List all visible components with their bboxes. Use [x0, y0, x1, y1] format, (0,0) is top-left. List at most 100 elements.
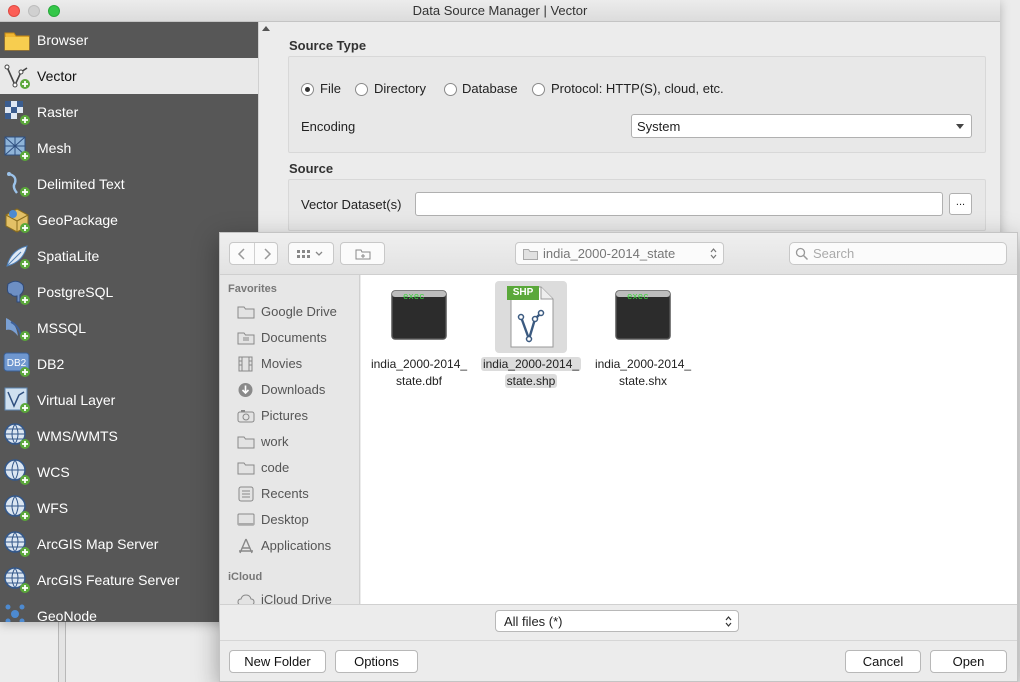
sidebar-item-pictures[interactable]: Pictures	[237, 405, 359, 427]
title-bar: Data Source Manager | Vector	[0, 0, 1000, 22]
open-button[interactable]: Open	[930, 650, 1007, 673]
cancel-button[interactable]: Cancel	[845, 650, 921, 673]
pictures-icon	[237, 410, 255, 423]
radio-button[interactable]	[301, 83, 314, 96]
file-item-shx[interactable]: exec india_2000-2014_ state.shx	[589, 279, 697, 389]
folder-icon	[237, 436, 255, 449]
shp-badge: SHP	[507, 286, 539, 300]
file-name: india_2000-2014_ state.shp	[477, 356, 585, 390]
sidebar-item-label: Documents	[261, 330, 327, 345]
arcgis-feature-icon	[4, 567, 30, 593]
sidebar-item-movies[interactable]: Movies	[237, 353, 359, 375]
sidebar-item-label: Vector	[37, 68, 77, 84]
finder-sidebar: Favorites Google Drive Documents Movies …	[220, 275, 360, 604]
new-folder-button[interactable]: New Folder	[229, 650, 326, 673]
view-mode-button[interactable]	[288, 242, 334, 265]
sidebar-item-browser[interactable]: Browser	[0, 22, 258, 58]
recents-icon	[238, 486, 254, 502]
sidebar-item-downloads[interactable]: Downloads	[237, 379, 359, 401]
exec-label: exec	[627, 292, 649, 302]
sidebar-item-raster[interactable]: Raster	[0, 94, 258, 130]
new-folder-toolbar-button[interactable]	[340, 242, 385, 265]
file-name-line1: india_2000-2014_	[480, 357, 582, 371]
sidebar-item-delimited-text[interactable]: Delimited Text	[0, 166, 258, 202]
sidebar-item-google-drive[interactable]: Google Drive	[237, 301, 359, 323]
sidebar-item-desktop[interactable]: Desktop	[237, 509, 359, 531]
db2-icon: DB2	[3, 352, 30, 377]
current-folder-name: india_2000-2014_state	[543, 246, 676, 261]
folder-icon	[237, 306, 255, 319]
radio-button[interactable]	[355, 83, 368, 96]
sidebar-item-documents[interactable]: Documents	[237, 327, 359, 349]
encoding-select[interactable]: System	[631, 114, 972, 138]
icloud-header: iCloud	[228, 571, 263, 583]
sidebar-item-label: work	[261, 434, 289, 449]
wfs-icon	[4, 495, 30, 521]
vector-layer-icon	[4, 64, 30, 89]
radio-label: Directory	[374, 81, 427, 96]
sidebar-item-label: Desktop	[261, 512, 309, 527]
sidebar-item-applications[interactable]: Applications	[237, 535, 359, 557]
radio-button[interactable]	[444, 83, 457, 96]
sidebar-item-label: WFS	[37, 500, 69, 516]
sidebar-item-label: Google Drive	[261, 304, 337, 319]
sidebar-item-work[interactable]: work	[237, 431, 359, 453]
arcgis-map-icon	[4, 531, 30, 557]
sidebar-item-label: WMS/WMTS	[37, 428, 118, 444]
sidebar-item-label: Virtual Layer	[37, 392, 116, 408]
file-name-line1: india_2000-2014_	[594, 357, 692, 371]
window-title: Data Source Manager | Vector	[412, 3, 588, 18]
encoding-value: System	[637, 119, 681, 134]
sidebar-item-recents[interactable]: Recents	[237, 483, 359, 505]
sidebar-item-icloud-drive[interactable]: iCloud Drive	[237, 589, 359, 604]
updown-chevron-icon	[725, 616, 732, 627]
sidebar-item-label: GeoPackage	[37, 212, 118, 228]
sidebar-item-label: Downloads	[261, 382, 326, 397]
dialog-bottom-bar: All files (*) New Folder Options Cancel …	[220, 604, 1017, 681]
sidebar-item-mesh[interactable]: Mesh	[0, 130, 258, 166]
sidebar-item-label: Pictures	[261, 408, 308, 423]
sidebar-item-label: GeoNode	[37, 608, 97, 622]
exec-label: exec	[403, 292, 425, 302]
browse-button[interactable]: ...	[949, 193, 972, 215]
spatialite-icon	[6, 245, 30, 269]
desktop-icon	[237, 513, 255, 526]
sidebar-item-code[interactable]: code	[237, 457, 359, 479]
mssql-icon	[6, 318, 30, 341]
movies-icon	[238, 356, 253, 372]
folder-icon	[237, 462, 255, 475]
icon-view-icon	[297, 250, 323, 258]
file-browser-area: exec india_2000-2014_ state.dbf SHP indi…	[361, 275, 1017, 604]
updown-chevron-icon	[710, 248, 717, 259]
radio-label: File	[320, 81, 341, 96]
file-item-shp[interactable]: SHP india_2000-2014_ state.shp	[477, 279, 585, 389]
sidebar-item-label: Raster	[37, 104, 79, 120]
desktop-background	[0, 620, 220, 682]
search-field[interactable]: Search	[789, 242, 1007, 265]
search-placeholder: Search	[813, 246, 855, 261]
back-forward-group	[229, 242, 278, 265]
sidebar-item-label: SpatiaLite	[37, 248, 100, 264]
radio-button[interactable]	[532, 83, 545, 96]
sidebar-item-label: Movies	[261, 356, 303, 371]
cloud-icon	[237, 594, 255, 604]
sidebar-item-label: MSSQL	[37, 320, 87, 336]
file-item-dbf[interactable]: exec india_2000-2014_ state.dbf	[365, 279, 473, 389]
source-type-group: File Directory Database Protocol: HTTP(S…	[288, 56, 986, 153]
virtual-layer-icon	[4, 387, 30, 413]
source-type-title: Source Type	[289, 38, 367, 53]
scroll-up-icon[interactable]	[262, 26, 270, 31]
dataset-path-input[interactable]	[415, 192, 943, 216]
options-button[interactable]: Options	[335, 650, 418, 673]
mesh-layer-icon	[4, 136, 30, 161]
sidebar-item-label: ArcGIS Map Server	[37, 536, 159, 552]
sidebar-item-vector[interactable]: Vector	[0, 58, 258, 94]
raster-layer-icon	[5, 101, 30, 125]
folder-path-popup[interactable]: india_2000-2014_state	[515, 242, 724, 265]
file-type-filter[interactable]: All files (*)	[495, 610, 739, 632]
file-open-dialog: india_2000-2014_state Search Favorites G…	[219, 232, 1018, 682]
forward-icon[interactable]	[262, 248, 272, 260]
back-icon[interactable]	[237, 248, 247, 260]
sidebar-item-label: iCloud Drive	[261, 592, 332, 604]
file-name-line2: state.shx	[618, 374, 668, 388]
